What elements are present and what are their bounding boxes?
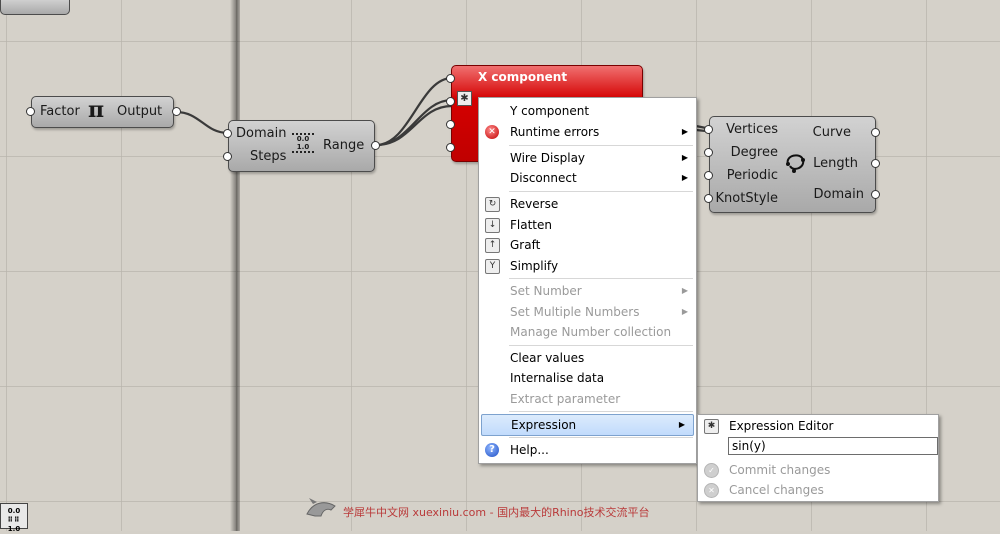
thumbnail-bottom-value: 1.0 (7, 525, 21, 533)
menu-item-help[interactable]: ? Help... (479, 440, 696, 460)
thumbnail-dots: ⠿⠿ (7, 516, 21, 524)
interp-domain-grip[interactable] (871, 190, 880, 199)
menu-separator (509, 278, 693, 279)
range-icon-top-value: 0.0 (296, 135, 310, 143)
interp-curve-grip[interactable] (871, 128, 880, 137)
x-component-title: X component (478, 70, 568, 84)
interp-input-knotstyle[interactable]: KnotStyle (716, 191, 778, 206)
submenu-arrow-icon: ▶ (678, 420, 685, 429)
menu-item-disconnect[interactable]: Disconnect ▶ (479, 168, 696, 188)
x-input-grip-2[interactable] (446, 97, 455, 106)
menu-separator (509, 145, 693, 146)
expression-input[interactable] (728, 437, 938, 455)
commit-icon: ✓ (704, 463, 719, 478)
submenu-arrow-icon: ▶ (681, 127, 688, 136)
submenu-arrow-icon: ▶ (681, 153, 688, 162)
pi-input-grip[interactable] (26, 107, 35, 116)
range-output-grip[interactable] (371, 141, 380, 150)
submenu-arrow-icon: ▶ (681, 173, 688, 182)
pi-input-factor[interactable]: Factor (40, 104, 80, 119)
x-input-grip-4[interactable] (446, 143, 455, 152)
range-steps-grip[interactable] (223, 152, 232, 161)
submenu-arrow-icon: ▶ (681, 307, 688, 316)
interp-periodic-grip[interactable] (704, 171, 713, 180)
menu-item-graft[interactable]: ↑ Graft (479, 235, 696, 255)
range-input-steps[interactable]: Steps (250, 149, 286, 164)
range-thumbnail-icon[interactable]: 0.0 ⠿⠿ 1.0 (0, 503, 28, 533)
menu-item-reverse[interactable]: ↻ Reverse (479, 194, 696, 214)
error-icon: ✕ (485, 125, 499, 139)
thumbnail-top-value: 0.0 (7, 507, 21, 515)
pi-component[interactable]: Factor π Output (31, 96, 174, 128)
cancel-icon: ✕ (704, 483, 719, 498)
expression-submenu: ✱Expression Editor ✓Commit changes ✕Canc… (697, 414, 939, 502)
interpolate-curve-icon (786, 154, 805, 173)
x-input-grip-3[interactable] (446, 120, 455, 129)
range-domain-grip[interactable] (223, 129, 232, 138)
range-output-label[interactable]: Range (323, 138, 364, 153)
pi-output-label[interactable]: Output (117, 104, 162, 119)
submenu-item-commit-changes: ✓ Commit changes (698, 460, 938, 480)
range-component[interactable]: Domain Steps 0.0 1.0 Range (228, 120, 375, 172)
expression-star-icon: ✱ (457, 91, 472, 106)
menu-item-simplify[interactable]: Y Simplify (479, 256, 696, 276)
interp-output-length[interactable]: Length (813, 156, 858, 171)
interp-input-periodic[interactable]: Periodic (727, 168, 778, 183)
menu-separator (509, 411, 693, 412)
menu-item-clear-values[interactable]: Clear values (479, 348, 696, 368)
expression-star-icon: ✱ (704, 419, 719, 434)
menu-item-extract-parameter: Extract parameter (510, 392, 621, 406)
menu-item-expression[interactable]: Expression ▶ (481, 414, 694, 436)
reverse-icon: ↻ (485, 197, 500, 212)
menu-item-wire-display[interactable]: Wire Display ▶ (479, 148, 696, 168)
rhino-logo-icon (306, 498, 336, 517)
menu-item-set-number: Set Number ▶ (479, 281, 696, 301)
graft-icon: ↑ (485, 238, 500, 253)
range-icon: 0.0 1.0 (292, 133, 314, 153)
wire-pi-to-domain (174, 110, 230, 135)
submenu-item-expression-editor[interactable]: ✱ Expression Editor (698, 416, 938, 436)
menu-item-internalise-data[interactable]: Internalise data (479, 368, 696, 388)
interp-input-degree[interactable]: Degree (731, 145, 778, 160)
interp-input-vertices[interactable]: Vertices (726, 122, 778, 137)
submenu-item-cancel-changes: ✕ Cancel changes (698, 480, 938, 500)
simplify-icon: Y (485, 259, 500, 274)
menu-item-y-component[interactable]: Y component (479, 101, 696, 121)
menu-item-runtime-errors[interactable]: ✕ Runtime errors ▶ (479, 122, 696, 142)
pi-icon: π (88, 97, 105, 123)
interpolate-component[interactable]: Vertices Degree Periodic KnotStyle Curve… (709, 116, 876, 213)
context-menu: Y component ✕ Runtime errors ▶ Wire Displa… (478, 97, 697, 464)
interp-knotstyle-grip[interactable] (704, 194, 713, 203)
interp-length-grip[interactable] (871, 159, 880, 168)
watermark-text: 学犀牛中文网 xuexiniu.com - 国内最大的Rhino技术交流平台 (343, 506, 650, 519)
menu-separator (509, 345, 693, 346)
help-icon: ? (485, 443, 499, 457)
wire-range-to-x-1 (374, 76, 454, 147)
interp-degree-grip[interactable] (704, 148, 713, 157)
range-input-domain[interactable]: Domain (236, 126, 286, 141)
flatten-icon: ↓ (485, 218, 500, 233)
menu-separator (509, 191, 693, 192)
pi-output-grip[interactable] (172, 107, 181, 116)
menu-separator (509, 437, 693, 438)
interp-vertices-grip[interactable] (704, 125, 713, 134)
watermark: 学犀牛中文网 xuexiniu.com - 国内最大的Rhino技术交流平台 (305, 496, 705, 522)
interp-output-curve[interactable]: Curve (813, 125, 851, 140)
x-input-grip-1[interactable] (446, 74, 455, 83)
menu-item-flatten[interactable]: ↓ Flatten (479, 215, 696, 235)
interp-output-domain[interactable]: Domain (814, 187, 864, 202)
menu-item-set-multiple-numbers: Set Multiple Numbers ▶ (479, 302, 696, 322)
menu-item-manage-number-collection: Manage Number collection (510, 325, 672, 339)
range-icon-bottom-value: 1.0 (296, 143, 310, 151)
submenu-arrow-icon: ▶ (681, 286, 688, 295)
